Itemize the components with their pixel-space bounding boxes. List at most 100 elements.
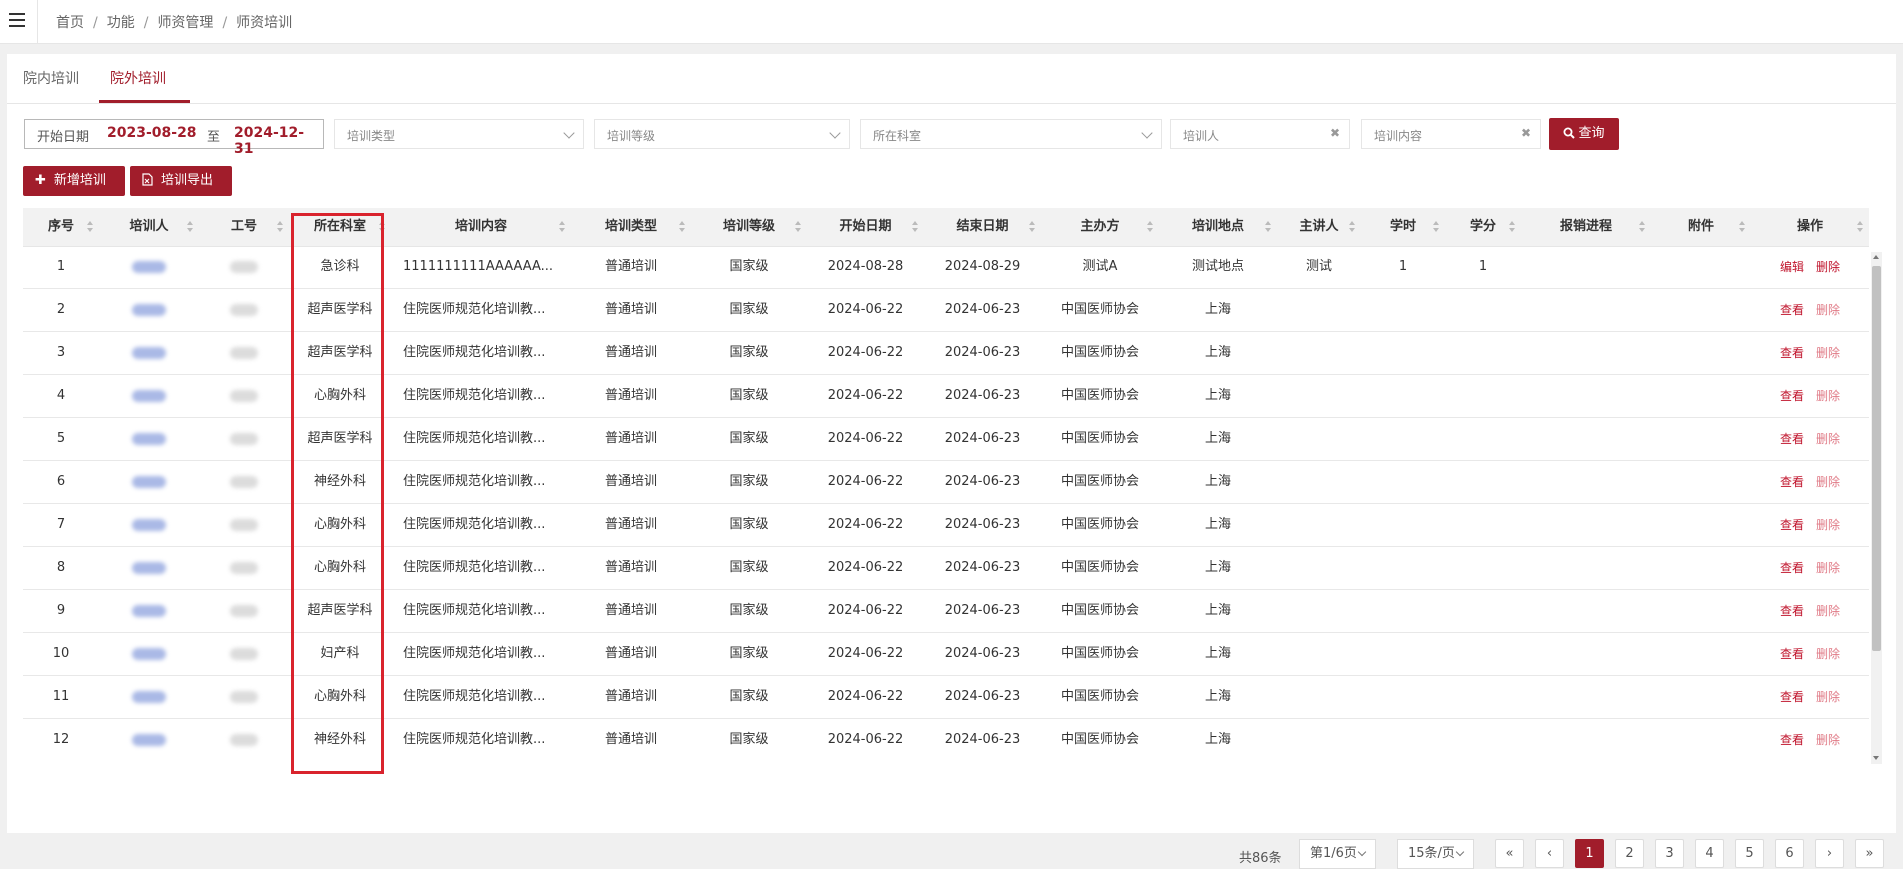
training-level-select[interactable]: 培训等级 [594,119,850,149]
page-jump-select[interactable]: 第1/6页 [1299,839,1376,869]
date-start-value[interactable]: 2023-08-28 [107,125,197,141]
view-link[interactable]: 查看 [1780,432,1804,446]
page-button-1[interactable]: 1 [1575,839,1604,868]
table-row[interactable]: 3 超声医学科 住院医师规范化培训教... 普通培训 国家级 2024-06-22 2024… [23,332,1869,375]
column-header-level[interactable]: 培训等级 [691,208,807,246]
breadcrumb-item-teacher-mgmt[interactable]: 师资管理 [157,15,213,31]
breadcrumb-item-function[interactable]: 功能 [107,15,135,31]
sort-icon[interactable] [87,221,93,233]
sort-icon[interactable] [679,221,685,233]
scrollbar-thumb[interactable] [1872,266,1881,651]
table-row[interactable]: 9 超声医学科 住院医师规范化培训教... 普通培训 国家级 2024-06-22 2024… [23,590,1869,633]
sort-icon[interactable] [277,221,283,233]
sort-icon[interactable] [1265,221,1271,233]
sort-icon[interactable] [1029,221,1035,233]
redacted-name[interactable] [132,432,166,445]
view-link[interactable]: 查看 [1780,561,1804,575]
view-link[interactable]: 查看 [1780,733,1804,747]
date-end-value[interactable]: 2024-12-31 [234,125,323,157]
breadcrumb-item-home[interactable]: 首页 [56,15,84,31]
sort-icon[interactable] [1349,221,1355,233]
sort-icon[interactable] [1639,221,1645,233]
first-page-button[interactable]: « [1495,839,1524,868]
menu-icon[interactable] [9,13,25,27]
sort-icon[interactable] [1509,221,1515,233]
column-header-hours[interactable]: 学时 [1361,208,1445,246]
delete-link[interactable]: 删除 [1816,303,1840,317]
sort-icon[interactable] [187,221,193,233]
redacted-name[interactable] [132,346,166,359]
delete-link[interactable]: 删除 [1816,346,1840,360]
view-link[interactable]: 查看 [1780,303,1804,317]
view-link[interactable]: 查看 [1780,346,1804,360]
redacted-name[interactable] [132,561,166,574]
redacted-name[interactable] [132,303,166,316]
view-link[interactable]: 查看 [1780,647,1804,661]
table-row[interactable]: 4 心胸外科 住院医师规范化培训教... 普通培训 国家级 2024-06-22 2024-… [23,375,1869,418]
delete-link[interactable]: 删除 [1816,518,1840,532]
content-input[interactable]: 培训内容 ✖ [1361,119,1541,149]
redacted-name[interactable] [132,518,166,531]
sort-icon[interactable] [912,221,918,233]
vertical-scrollbar[interactable] [1871,252,1882,764]
page-button-3[interactable]: 3 [1655,839,1684,868]
redacted-name[interactable] [132,690,166,703]
page-button-4[interactable]: 4 [1695,839,1724,868]
delete-link[interactable]: 删除 [1816,475,1840,489]
delete-link[interactable]: 删除 [1816,733,1840,747]
view-link[interactable]: 查看 [1780,604,1804,618]
tab-internal-training[interactable]: 院内培训 [23,68,79,88]
sort-icon[interactable] [1433,221,1439,233]
redacted-name[interactable] [132,647,166,660]
last-page-button[interactable]: » [1855,839,1884,868]
view-link[interactable]: 查看 [1780,475,1804,489]
table-row[interactable]: 2 超声医学科 住院医师规范化培训教... 普通培训 国家级 2024-06-22 2024… [23,289,1869,332]
column-header-speaker[interactable]: 主讲人 [1277,208,1361,246]
clear-icon[interactable]: ✖ [1521,126,1531,140]
page-button-5[interactable]: 5 [1735,839,1764,868]
column-header-staff-id[interactable]: 工号 [199,208,289,246]
delete-link[interactable]: 删除 [1816,561,1840,575]
page-size-select[interactable]: 15条/页 [1397,839,1474,869]
redacted-name[interactable] [132,604,166,617]
page-button-6[interactable]: 6 [1775,839,1804,868]
scroll-down-arrow-icon[interactable] [1873,756,1879,760]
training-type-select[interactable]: 培训类型 [334,119,584,149]
delete-link[interactable]: 删除 [1816,432,1840,446]
redacted-name[interactable] [132,389,166,402]
view-link[interactable]: 查看 [1780,389,1804,403]
column-header-attachment[interactable]: 附件 [1651,208,1751,246]
column-header-actions[interactable]: 操作 [1751,208,1869,246]
column-header-end-date[interactable]: 结束日期 [924,208,1041,246]
page-button-2[interactable]: 2 [1615,839,1644,868]
column-header-start-date[interactable]: 开始日期 [807,208,924,246]
delete-link[interactable]: 删除 [1816,260,1840,274]
redacted-name[interactable] [132,260,166,273]
department-select[interactable]: 所在科室 [860,119,1162,149]
sort-icon[interactable] [1739,221,1745,233]
delete-link[interactable]: 删除 [1816,647,1840,661]
table-row[interactable]: 8 心胸外科 住院医师规范化培训教... 普通培训 国家级 2024-06-22 2024-… [23,547,1869,590]
sort-icon[interactable] [559,221,565,233]
add-training-button[interactable]: ✚ 新增培训 [23,166,125,196]
edit-link[interactable]: 编辑 [1780,260,1804,274]
view-link[interactable]: 查看 [1780,518,1804,532]
column-header-no[interactable]: 序号 [23,208,99,246]
delete-link[interactable]: 删除 [1816,690,1840,704]
export-training-button[interactable]: 培训导出 [130,166,232,196]
scroll-up-arrow-icon[interactable] [1873,255,1879,259]
table-row[interactable]: 5 超声医学科 住院医师规范化培训教... 普通培训 国家级 2024-06-22 2024… [23,418,1869,461]
next-page-button[interactable]: › [1815,839,1844,868]
column-header-trainee[interactable]: 培训人 [99,208,199,246]
delete-link[interactable]: 删除 [1816,389,1840,403]
column-header-department[interactable]: 所在科室 [289,208,391,246]
delete-link[interactable]: 删除 [1816,604,1840,618]
table-row[interactable]: 1 急诊科 1111111111AAAAAA... 普通培训 国家级 2024-08-28… [23,246,1869,289]
search-button[interactable]: 查询 [1549,118,1619,150]
column-header-reimbursement[interactable]: 报销进程 [1521,208,1651,246]
table-row[interactable]: 12 神经外科 住院医师规范化培训教... 普通培训 国家级 2024-06-22 2024… [23,719,1869,760]
table-row[interactable]: 6 神经外科 住院医师规范化培训教... 普通培训 国家级 2024-06-22 2024-… [23,461,1869,504]
clear-icon[interactable]: ✖ [1330,126,1340,140]
tab-external-training[interactable]: 院外培训 [110,68,166,88]
redacted-name[interactable] [132,733,166,746]
